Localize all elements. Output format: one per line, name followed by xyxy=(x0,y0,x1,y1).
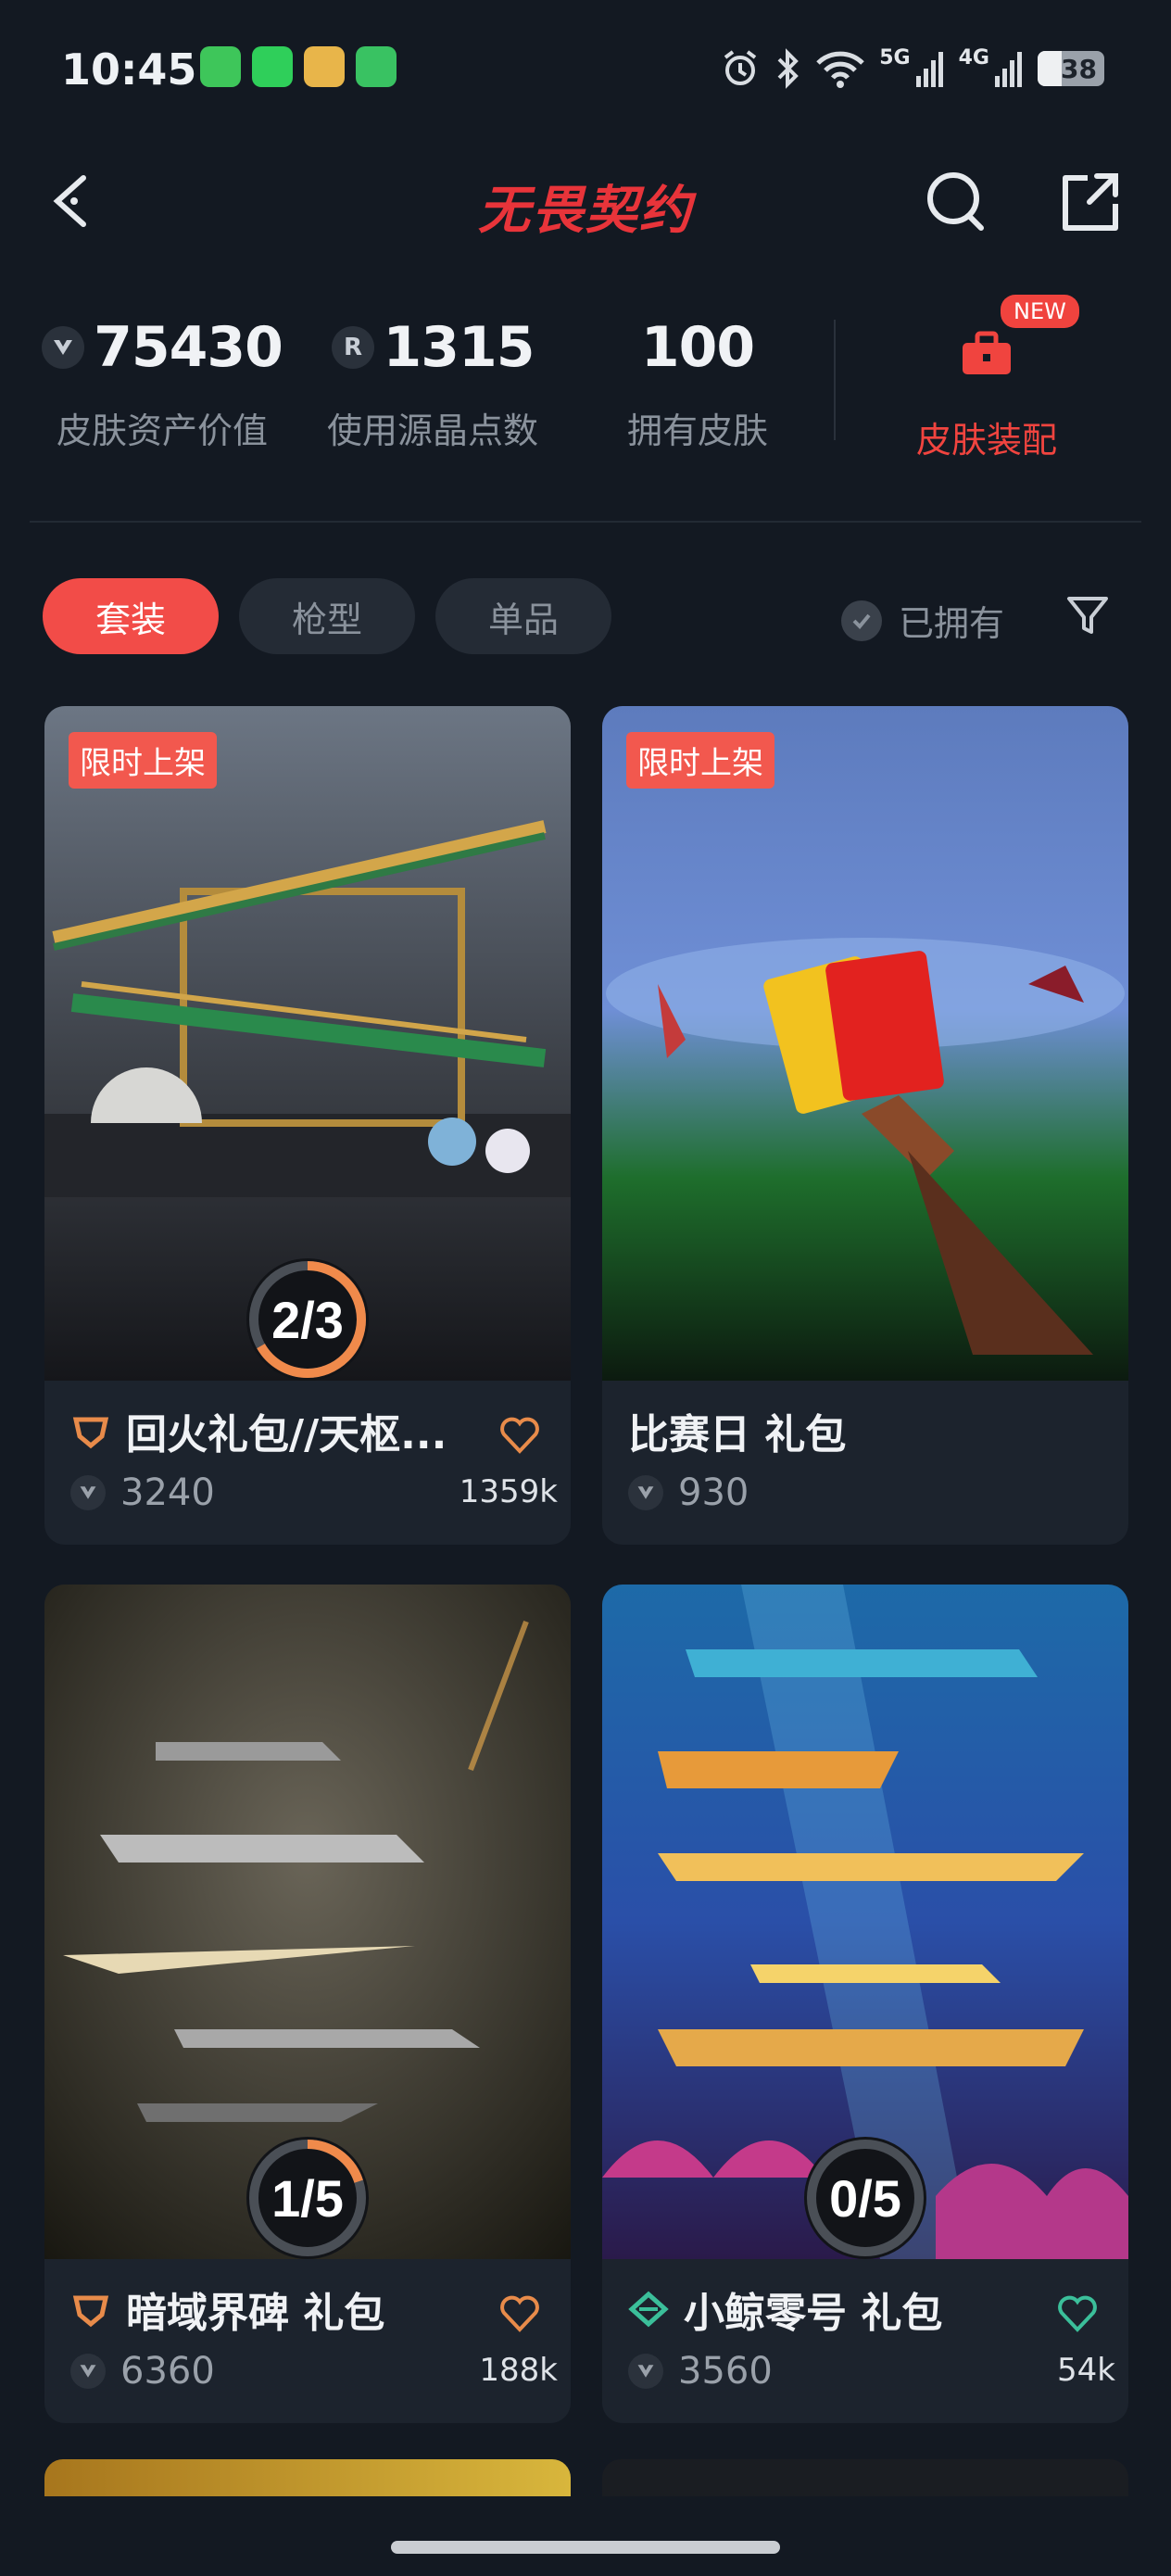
stat-label: 使用源晶点数 xyxy=(326,410,538,451)
owned-label: 已拥有 xyxy=(899,603,1005,644)
next-card-peek xyxy=(602,2459,1128,2496)
bundle-card[interactable]: 0/5 小鲸零号 礼包 3560 54k xyxy=(602,1585,1128,2423)
stat-value: 75430 xyxy=(94,315,283,380)
status-bar: 10:45 5G 4G 38 xyxy=(0,0,1171,139)
collection-progress-ring: 1/5 xyxy=(241,2131,374,2259)
skin-loadout-label: 皮肤装配 xyxy=(915,420,1057,461)
stat-owned-skins: 100 拥有皮肤 xyxy=(598,306,797,453)
bluetooth-icon xyxy=(777,48,800,89)
battery-level: 38 xyxy=(1061,53,1097,84)
progress-text: 0/5 xyxy=(829,2168,901,2228)
signal-4g-icon xyxy=(995,52,1022,87)
network-5g-label: 5G xyxy=(879,46,911,69)
stat-radianite: R 1315 使用源晶点数 xyxy=(308,306,558,453)
bundle-name: 暗域界碑 礼包 xyxy=(126,2290,385,2337)
vp-icon xyxy=(628,1475,663,1510)
message-app-icon xyxy=(200,46,241,87)
heart-icon[interactable] xyxy=(498,2292,541,2335)
heart-icon[interactable] xyxy=(498,1414,541,1457)
network-4g-label: 4G xyxy=(958,46,989,69)
filter-bar: 套装 枪型 单品 已拥有 xyxy=(0,578,1171,656)
tier-green-icon xyxy=(628,2291,669,2328)
wechat-app-icon xyxy=(252,46,293,87)
stat-label: 拥有皮肤 xyxy=(626,410,768,451)
wifi-icon xyxy=(816,51,865,88)
filter-icon[interactable] xyxy=(1064,591,1112,639)
bundle-image: 限时上架 xyxy=(602,706,1128,1381)
bundle-image: 0/5 xyxy=(602,1585,1128,2259)
phone-app-icon xyxy=(356,46,397,87)
bundle-card[interactable]: 限时上架 比赛日 礼包 930 xyxy=(602,706,1128,1545)
heart-icon[interactable] xyxy=(1056,2292,1099,2335)
app-header: 无畏契约 xyxy=(0,148,1171,250)
bundle-image: 限时上架 2/3 xyxy=(44,706,571,1381)
vp-icon xyxy=(42,326,85,369)
limited-time-tag: 限时上架 xyxy=(69,732,217,789)
next-card-peek xyxy=(44,2459,571,2496)
home-indicator[interactable] xyxy=(391,2541,780,2554)
search-icon[interactable] xyxy=(922,167,992,237)
tab-weapon-type[interactable]: 枪型 xyxy=(239,578,415,654)
vp-icon xyxy=(70,2354,106,2389)
vp-icon xyxy=(628,2354,663,2389)
limited-time-tag: 限时上架 xyxy=(626,732,774,789)
stat-value: 100 xyxy=(640,315,755,380)
stat-value: 1315 xyxy=(383,315,535,380)
radianite-icon: R xyxy=(331,326,374,369)
tier-orange-icon xyxy=(72,1417,109,1449)
bundle-price: 930 xyxy=(678,1471,749,1514)
tab-single-item[interactable]: 单品 xyxy=(435,578,611,654)
bundle-name-row: 比赛日 礼包 xyxy=(628,1401,846,1460)
battery-icon: 38 xyxy=(1038,51,1104,86)
bundle-name: 回火礼包//天枢... xyxy=(126,1411,447,1458)
bundle-card[interactable]: 1/5 暗域界碑 礼包 6360 188k xyxy=(44,1585,571,2423)
system-icons: 5G 4G 38 xyxy=(720,43,1104,95)
alarm-icon xyxy=(724,50,757,85)
like-count: 54k xyxy=(1057,2352,1115,2389)
stat-asset-value: 75430 皮肤资产价值 xyxy=(37,306,287,453)
like-count: 1359k xyxy=(459,1473,558,1510)
signal-5g-icon xyxy=(915,52,943,87)
owned-toggle[interactable]: 已拥有 xyxy=(841,595,1004,646)
bundle-image: 1/5 xyxy=(44,1585,571,2259)
status-time: 10:45 xyxy=(61,44,197,95)
progress-text: 1/5 xyxy=(271,2168,344,2228)
vp-icon xyxy=(70,1475,106,1510)
bundle-card[interactable]: 限时上架 2/3 回火礼包//天枢... 3240 1359k xyxy=(44,706,571,1545)
progress-text: 2/3 xyxy=(271,1290,344,1349)
bundle-price: 3560 xyxy=(678,2350,773,2393)
bundle-name: 小鲸零号 礼包 xyxy=(684,2290,943,2337)
divider xyxy=(834,320,836,440)
collection-progress-ring: 2/3 xyxy=(241,1253,374,1381)
game-app-icon xyxy=(304,46,345,87)
bundle-price: 6360 xyxy=(120,2350,215,2393)
like-count: 188k xyxy=(479,2352,558,2389)
bundle-name: 比赛日 礼包 xyxy=(628,1411,847,1458)
collection-progress-ring: 0/5 xyxy=(799,2131,932,2259)
tier-orange-icon xyxy=(72,2295,109,2328)
briefcase-icon xyxy=(963,331,1011,374)
share-icon[interactable] xyxy=(1054,167,1125,237)
divider xyxy=(30,521,1141,523)
page-title: 无畏契约 xyxy=(478,181,693,241)
check-icon xyxy=(841,600,882,641)
tab-bundles[interactable]: 套装 xyxy=(43,578,219,654)
bundle-price: 3240 xyxy=(120,1471,215,1514)
new-badge: NEW xyxy=(1001,295,1079,328)
stat-label: 皮肤资产价值 xyxy=(56,410,268,451)
